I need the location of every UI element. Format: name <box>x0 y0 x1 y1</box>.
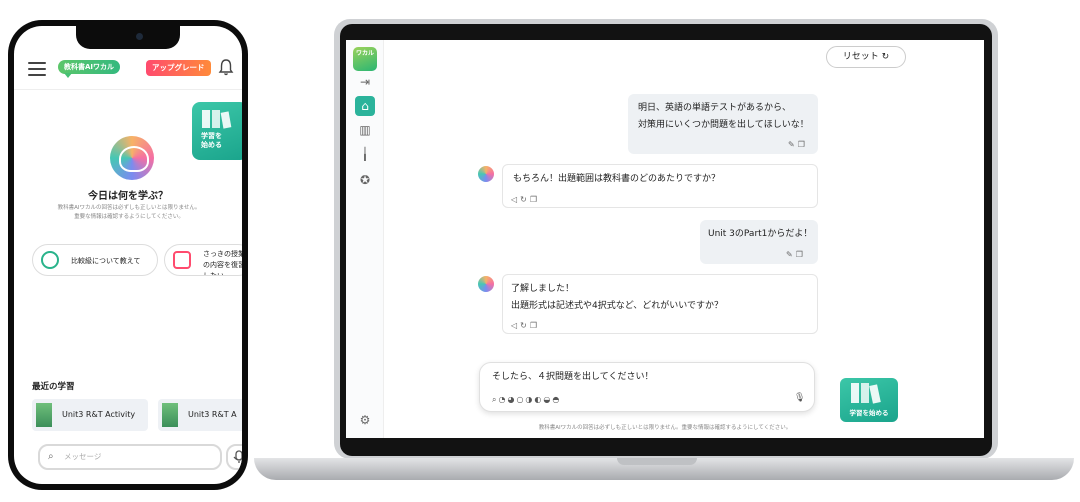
chat-input-text: そしたら、４択問題を出してください！ <box>492 372 654 382</box>
ai-message: もちろん！出題範囲は教科書のどのあたりですか？ ◁↻❐ <box>502 164 818 208</box>
message-actions: ◁↻❐ <box>511 191 540 208</box>
reset-icon: ↻ <box>881 52 890 62</box>
start-study-button[interactable]: 学習を始める <box>840 378 898 422</box>
ai-avatar <box>478 166 494 182</box>
copy-icon[interactable]: ❐ <box>796 250 806 259</box>
suggestion-chip[interactable]: 比較級について教えて <box>32 244 158 276</box>
chat-input[interactable]: そしたら、４択問題を出してください！ ⌕◔◕○◑◐◒◓ 🎙 <box>479 362 815 412</box>
phone-screen: 教科書AIワカル アップグレード 学習を 始める 今日は何を学ぶ？ 教科書AIワカ… <box>14 26 242 484</box>
input-toolbar: ⌕◔◕○◑◐◒◓ <box>492 395 561 405</box>
upgrade-button[interactable]: アップグレード <box>146 60 211 76</box>
mic-icon <box>233 450 242 463</box>
laptop-screen: ワカル ⇥ ⌂ ▥ ╽ ✪ ⚙ リセット ↻ 明日、英語の単語テストがあるから、… <box>346 40 984 438</box>
ai-message: 了解しました！ 出題形式は記述式や4択式など、どれがいいですか？ ◁↻❐ <box>502 274 818 334</box>
phone-device: 教科書AIワカル アップグレード 学習を 始める 今日は何を学ぶ？ 教科書AIワカ… <box>8 20 248 490</box>
sidebar-collapse-icon[interactable]: ⇥ <box>355 72 375 92</box>
suggestion-chip[interactable]: さっきの授業の内容を復習したい <box>164 244 242 276</box>
refresh-icon[interactable]: ↻ <box>520 321 530 330</box>
refresh-icon[interactable]: ↻ <box>520 195 530 204</box>
message-line: Unit 3のPart1からだよ！ <box>708 229 813 239</box>
mic-button[interactable] <box>226 444 242 470</box>
message-actions: ◁↻❐ <box>511 317 540 334</box>
hamburger-icon[interactable] <box>28 62 46 76</box>
page-title: 今日は何を学ぶ？ <box>88 191 168 202</box>
user-message: 明日、英語の単語テストがあるから、 対策用にいくつか問題を出してほしいな！ ✎❐ <box>628 94 818 154</box>
suggestion-label: さっきの授業の内容を復習したい <box>203 250 242 276</box>
badge-icon[interactable]: ✪ <box>355 170 375 190</box>
recent-item[interactable]: Unit3 R&T A <box>158 399 242 431</box>
copy-icon[interactable]: ❐ <box>530 321 540 330</box>
laptop-base-notch <box>617 458 697 465</box>
reset-button[interactable]: リセット ↻ <box>826 46 906 68</box>
library-icon[interactable]: ▥ <box>355 120 375 140</box>
user-message: Unit 3のPart1からだよ！ ✎❐ <box>700 220 818 264</box>
edit-icon <box>173 251 191 269</box>
phone-header: 教科書AIワカル アップグレード <box>14 54 242 90</box>
disclaimer-text: 教科書AIワカルの回答は必ずしも正しいとは限りません。重要な情報は確認するように… <box>57 205 201 220</box>
books-icon <box>202 110 232 129</box>
camera-icon <box>136 33 143 40</box>
recent-item[interactable]: Unit3 R&T Activity <box>32 399 148 431</box>
notification-dot <box>228 56 233 61</box>
copy-icon[interactable]: ❐ <box>530 195 540 204</box>
message-input[interactable]: ⌕ メッセージ <box>38 444 222 470</box>
tool-icon[interactable]: ◔◕○◑◐◒◓ <box>498 395 561 404</box>
sidebar-logo[interactable]: ワカル <box>353 47 377 71</box>
message-line: 了解しました！ <box>511 284 575 294</box>
edit-icon[interactable]: ✎ <box>786 250 796 259</box>
sidebar: ワカル ⇥ ⌂ ▥ ╽ ✪ ⚙ <box>346 40 384 438</box>
stats-icon[interactable]: ╽ <box>355 144 375 164</box>
books-icon <box>851 383 881 404</box>
question-icon <box>41 251 59 269</box>
disclaimer-text: 教科書AIワカルの回答は必ずしも正しいとは限りません。重要な情報は確認するように… <box>538 425 792 431</box>
brain-logo-icon <box>110 136 154 180</box>
attach-icon[interactable]: ⌕ <box>48 451 54 462</box>
message-line: 明日、英語の単語テストがあるから、 <box>638 103 792 113</box>
copy-icon[interactable]: ❐ <box>798 140 808 149</box>
mic-icon[interactable]: 🎙 <box>794 393 805 403</box>
phone-notch <box>76 26 180 49</box>
reset-label: リセット <box>842 52 879 62</box>
textbook-thumbnail <box>162 403 178 427</box>
suggestion-label: 比較級について教えて <box>71 257 141 265</box>
speaker-icon[interactable]: ◁ <box>511 195 520 204</box>
message-actions: ✎❐ <box>786 246 806 263</box>
start-study-label: 学習を始める <box>849 409 889 417</box>
app-logo: 教科書AIワカル <box>58 60 121 78</box>
start-study-card[interactable]: 学習を 始める <box>192 102 242 160</box>
recent-item-label: Unit3 R&T Activity <box>62 410 136 419</box>
message-line: 対策用にいくつか問題を出してほしいな！ <box>638 120 809 130</box>
message-placeholder: メッセージ <box>64 452 102 461</box>
marketing-screenshot: 教科書AIワカル アップグレード 学習を 始める 今日は何を学ぶ？ 教科書AIワカ… <box>0 0 1080 502</box>
speaker-icon[interactable]: ◁ <box>511 321 520 330</box>
start-study-label: 学習を始める <box>201 132 222 149</box>
message-line: もちろん！出題範囲は教科書のどのあたりですか？ <box>513 174 721 184</box>
message-actions: ✎❐ <box>788 136 808 153</box>
message-line: 出題形式は記述式や4択式など、どれがいいですか？ <box>511 301 724 311</box>
edit-icon[interactable]: ✎ <box>788 140 798 149</box>
recent-item-label: Unit3 R&T A <box>188 410 237 419</box>
ai-avatar <box>478 276 494 292</box>
home-icon[interactable]: ⌂ <box>355 96 375 116</box>
recent-section-title: 最近の学習 <box>32 382 75 392</box>
textbook-thumbnail <box>36 403 52 427</box>
